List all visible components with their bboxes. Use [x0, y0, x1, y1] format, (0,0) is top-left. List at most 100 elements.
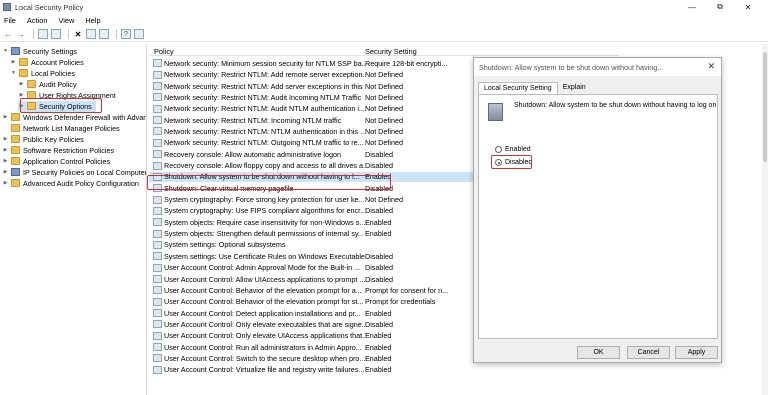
policy-icon: [153, 365, 162, 374]
close-button[interactable]: ✕: [734, 3, 762, 12]
tree-node-software-restriction[interactable]: ▶ Software Restriction Policies: [2, 145, 115, 156]
back-arrow-icon[interactable]: ←: [3, 29, 13, 39]
dialog-title-bar: Shutdown: Allow system to be shut down w…: [474, 58, 721, 76]
policy-icon: [153, 275, 162, 284]
policy-name: User Account Control: Behavior of the el…: [164, 285, 362, 295]
expander-icon[interactable]: ▶: [2, 169, 9, 175]
policy-icon: [153, 93, 162, 102]
policy-name: System settings: Use Certificate Rules o…: [164, 251, 365, 261]
tree-node-account-policies[interactable]: ▶ Account Policies: [10, 57, 84, 68]
folder-icon: [11, 135, 20, 144]
forward-arrow-icon[interactable]: →: [16, 29, 26, 39]
policy-name: User Account Control: Virtualize file an…: [164, 365, 365, 375]
tree-node-ip-security[interactable]: ▶ IP Security Policies on Local Computer: [2, 167, 147, 178]
tree-node-local-policies[interactable]: ▼ Local Policies: [10, 68, 75, 79]
expander-icon[interactable]: ▶: [2, 158, 9, 164]
expander-icon[interactable]: ▶: [2, 180, 9, 186]
security-setting: Disabled: [365, 161, 393, 171]
tree-node-label: Public Key Policies: [23, 134, 84, 144]
security-setting: Not Defined: [365, 92, 403, 102]
column-header-policy[interactable]: Policy: [154, 47, 174, 56]
export-list-icon[interactable]: [99, 29, 109, 39]
expander-icon[interactable]: ▼: [2, 48, 9, 54]
tree-node-windows-defender-firewall[interactable]: ▶ Windows Defender Firewall with Advance…: [2, 112, 146, 123]
title-bar: Local Security Policy — ⧉ ✕: [0, 0, 768, 14]
tree-node-audit-policy[interactable]: ▶ Audit Policy: [18, 79, 77, 90]
toolbar-separator: [68, 29, 69, 39]
tree-node-network-list-manager[interactable]: Network List Manager Policies: [2, 123, 120, 134]
policy-name: Network security: Restrict NTLM: Audit N…: [164, 104, 365, 114]
policy-name: User Account Control: Behavior of the el…: [164, 297, 364, 307]
security-setting: Enabled: [365, 342, 392, 352]
maximize-button[interactable]: ⧉: [706, 2, 734, 12]
menu-file[interactable]: File: [4, 16, 16, 25]
tree-node-security-settings[interactable]: ▼ Security Settings: [2, 46, 77, 57]
security-setting: Not Defined: [365, 195, 403, 205]
expander-icon[interactable]: ▶: [2, 136, 9, 142]
menu-help[interactable]: Help: [85, 16, 100, 25]
tree-node-advanced-audit[interactable]: ▶ Advanced Audit Policy Configuration: [2, 178, 139, 189]
apply-button[interactable]: Apply: [675, 346, 718, 359]
table-row[interactable]: User Account Control: Virtualize file an…: [149, 364, 619, 375]
policy-name: System settings: Optional subsystems: [164, 240, 286, 250]
folder-icon: [11, 179, 20, 188]
folder-icon: [11, 124, 20, 133]
policy-icon: [153, 127, 162, 136]
security-setting: Enabled: [365, 229, 392, 239]
radio-enabled[interactable]: Enabled: [495, 146, 531, 153]
radio-label: Enabled: [505, 146, 531, 153]
tree-node-label: Network List Manager Policies: [23, 123, 120, 133]
delete-icon[interactable]: ✕: [73, 29, 83, 39]
ok-button[interactable]: OK: [577, 346, 620, 359]
show-hide-tree-icon[interactable]: [51, 29, 61, 39]
tab-local-security-setting[interactable]: Local Security Setting: [478, 82, 558, 94]
up-folder-icon[interactable]: [38, 29, 48, 39]
radio-button[interactable]: [495, 146, 502, 153]
folder-icon: [27, 80, 36, 89]
menu-action[interactable]: Action: [27, 16, 48, 25]
dialog-close-icon[interactable]: ✕: [707, 61, 715, 72]
security-setting: Prompt for consent for n...: [365, 285, 449, 295]
cancel-button[interactable]: Cancel: [627, 346, 670, 359]
computer-icon: [488, 103, 503, 121]
window-controls: — ⧉ ✕: [678, 0, 762, 14]
menu-view[interactable]: View: [58, 16, 74, 25]
column-header-setting[interactable]: Security Setting: [365, 47, 417, 56]
policy-name: Network security: Restrict NTLM: Outgoin…: [164, 138, 364, 148]
expander-icon[interactable]: ▼: [10, 70, 17, 76]
policy-name: Network security: Restrict NTLM: Add rem…: [164, 70, 365, 80]
tree-node-label: IP Security Policies on Local Computer: [23, 167, 147, 177]
policy-icon: [153, 70, 162, 79]
policy-name: Network security: Minimum session securi…: [164, 58, 365, 68]
vertical-scrollbar[interactable]: [762, 44, 768, 395]
expander-icon[interactable]: ▶: [18, 81, 25, 87]
tree-node-application-control[interactable]: ▶ Application Control Policies: [2, 156, 111, 167]
tab-explain[interactable]: Explain: [558, 82, 591, 94]
console-icon[interactable]: [134, 29, 144, 39]
help-icon[interactable]: ?: [121, 29, 131, 39]
security-setting: Not Defined: [365, 138, 403, 148]
tree-node-public-key-policies[interactable]: ▶ Public Key Policies: [2, 134, 84, 145]
policy-description: Shutdown: Allow system to be shut down w…: [514, 102, 717, 109]
security-setting: Not Defined: [365, 81, 403, 91]
minimize-button[interactable]: —: [678, 3, 706, 12]
security-setting: Not Defined: [365, 104, 403, 114]
policy-name: User Account Control: Switch to the secu…: [164, 353, 365, 363]
policy-name: System objects: Require case insensitivi…: [164, 217, 365, 227]
expander-icon[interactable]: ▶: [2, 114, 9, 120]
scrollbar-thumb[interactable]: [763, 52, 767, 162]
expander-icon[interactable]: ▶: [10, 59, 17, 65]
policy-name: User Account Control: Only elevate execu…: [164, 319, 365, 329]
policy-icon: [153, 286, 162, 295]
policy-name: System cryptography: Force strong key pr…: [164, 195, 365, 205]
security-setting: Disabled: [365, 206, 393, 216]
policy-icon: [153, 138, 162, 147]
policy-icon: [153, 354, 162, 363]
policy-name: System objects: Strengthen default permi…: [164, 229, 365, 239]
properties-icon[interactable]: [86, 29, 96, 39]
policy-name: User Account Control: Run all administra…: [164, 342, 362, 352]
policy-name: System cryptography: Use FIPS compliant …: [164, 206, 365, 216]
tree-node-label: Account Policies: [31, 57, 84, 67]
security-setting: Prompt for credentials: [365, 297, 436, 307]
expander-icon[interactable]: ▶: [2, 147, 9, 153]
